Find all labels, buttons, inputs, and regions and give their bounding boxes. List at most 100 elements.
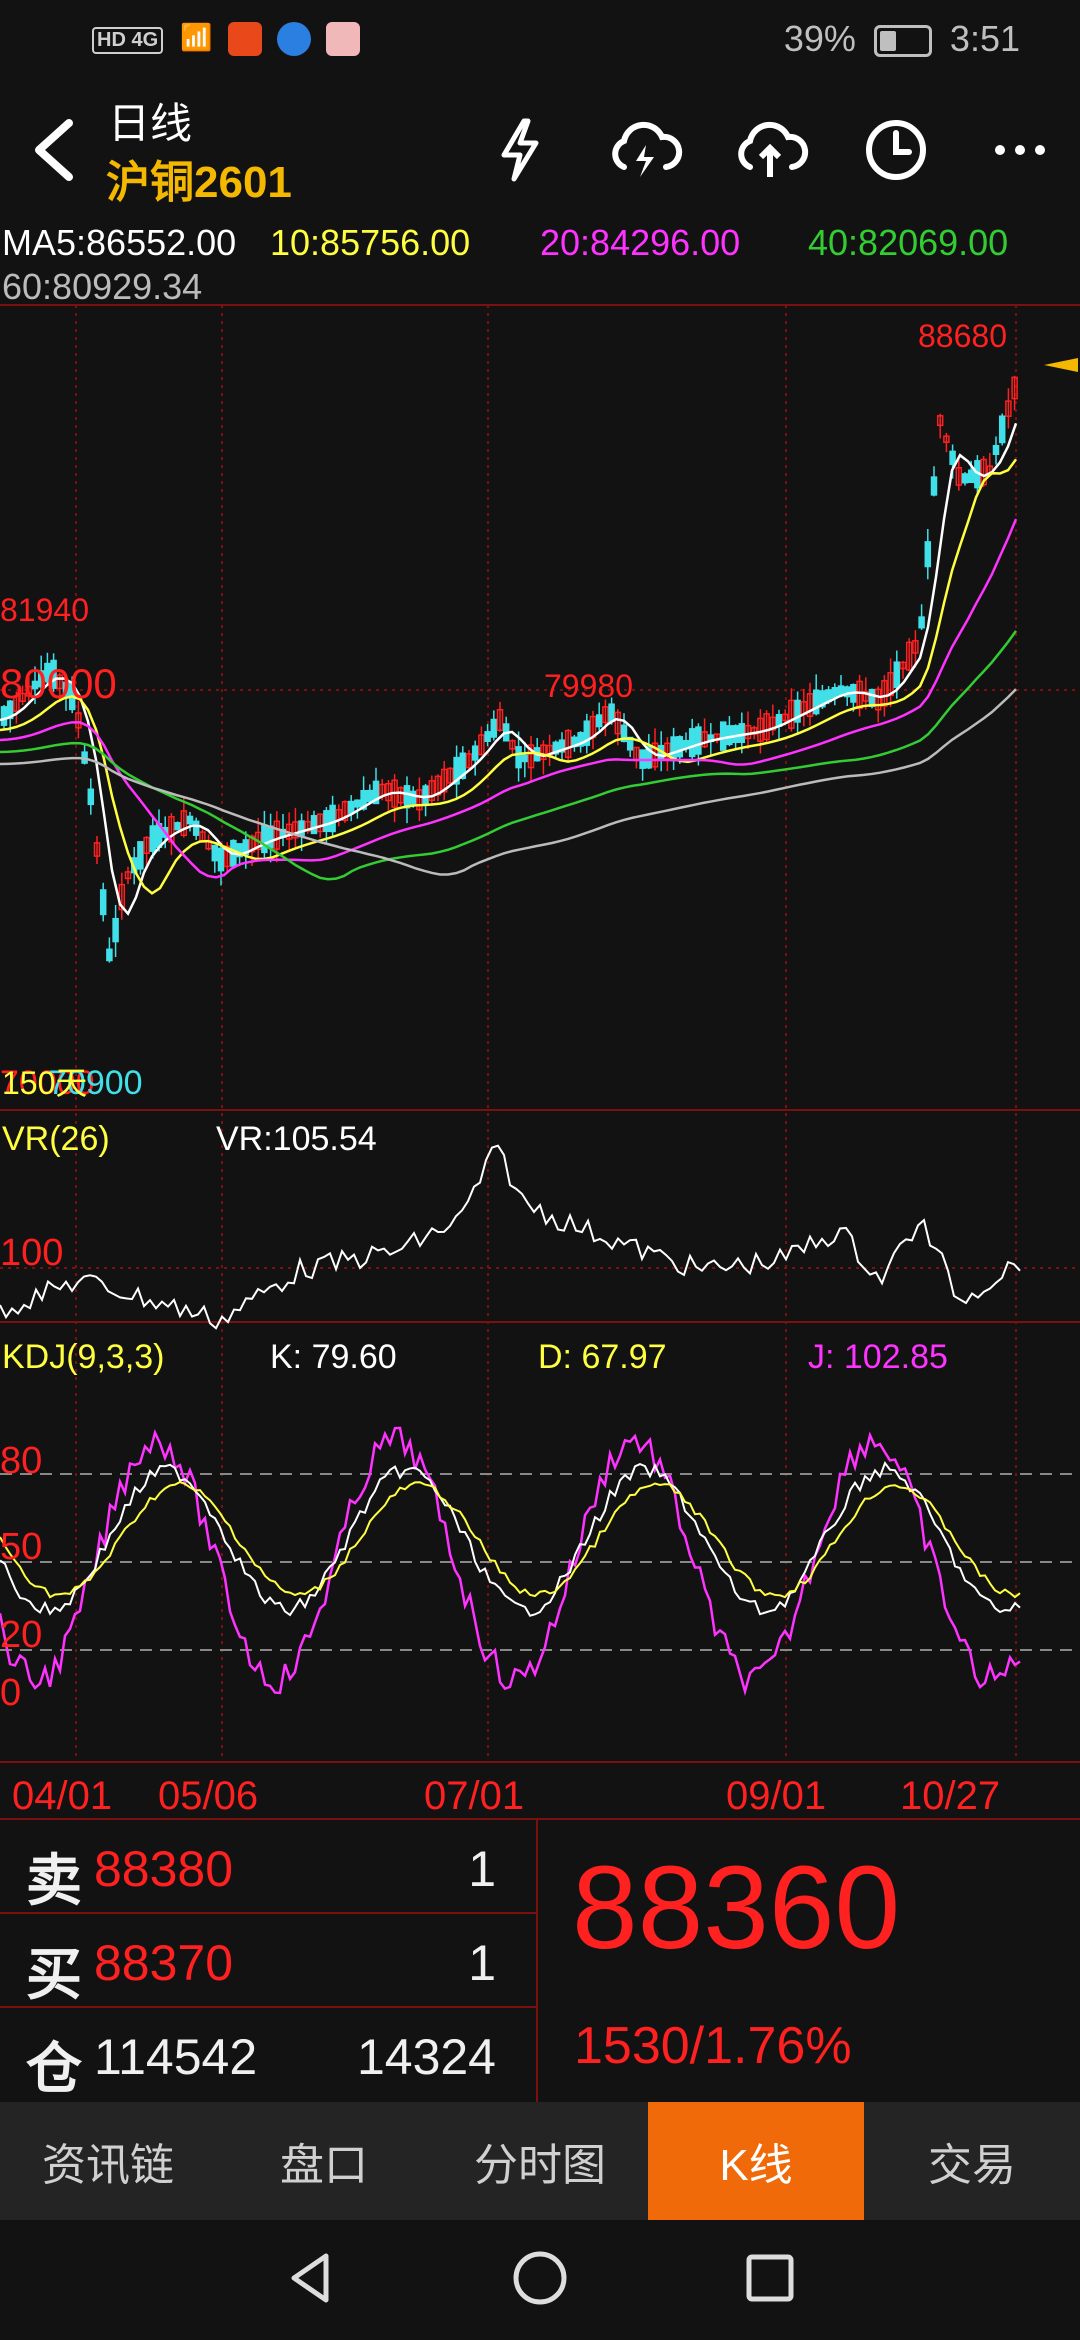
header: 日线 沪铜2601 [0, 84, 1080, 210]
notification-icons [227, 22, 262, 57]
cloud-upload-icon [738, 121, 809, 177]
candle-body [868, 688, 876, 708]
candle-body [354, 799, 361, 808]
triangle-back-icon [291, 2253, 329, 2303]
candle-body [87, 788, 95, 806]
buy-price: 88370 [94, 1935, 234, 1991]
status-right: 39% 3:51 [784, 18, 1020, 60]
buy-qty: 1 [468, 1935, 496, 1991]
back-button[interactable] [14, 110, 94, 190]
high-price-label: 88680 [918, 318, 1007, 354]
vr-axis-100: 100 [0, 1232, 64, 1274]
kdj-axis-50: 50 [0, 1526, 43, 1568]
vr-name: VR(26) [2, 1120, 110, 1158]
candle-body [261, 824, 268, 854]
candle-body [0, 706, 8, 726]
candle-body [893, 661, 901, 689]
square-recents-icon [746, 2254, 794, 2302]
battery-icon [873, 25, 932, 58]
buy-row[interactable]: 买 88370 1 [0, 1914, 536, 2008]
candle-body [484, 731, 491, 743]
cloud-sync-button[interactable] [604, 110, 684, 190]
circle-home-icon [513, 2251, 567, 2305]
panel-divider [536, 1820, 538, 2102]
more-button[interactable] [980, 110, 1060, 190]
app-icon [326, 22, 361, 57]
candle-body [217, 847, 225, 872]
kdj-d-line [0, 1480, 1021, 1599]
date-label: 07/01 [424, 1774, 525, 1818]
candle-body [137, 841, 144, 870]
candle-body [688, 728, 696, 758]
tab-trade[interactable]: 交易 [864, 2102, 1080, 2220]
history-button[interactable] [856, 110, 936, 190]
period-title: 日线 [108, 100, 193, 147]
cloud-upload-button[interactable] [730, 110, 810, 190]
kdj-j-line [0, 1426, 1021, 1697]
price-label-81940: 81940 [0, 592, 89, 628]
more-dots-icon [995, 145, 1045, 155]
date-label: 05/06 [158, 1774, 259, 1818]
candle-body [366, 789, 374, 803]
kdj-d-value: D: 67.97 [538, 1338, 667, 1376]
candle-body [471, 745, 479, 761]
candle-body [676, 736, 684, 758]
candle-body [515, 746, 522, 769]
nav-home-button[interactable] [510, 2248, 570, 2313]
current-price-marker-icon [1044, 358, 1078, 372]
candle-body [695, 726, 702, 755]
candle-body [310, 815, 318, 835]
candle-body [837, 685, 845, 696]
kdj-axis-80: 80 [0, 1440, 43, 1482]
candle-body [186, 815, 194, 825]
battery-percent: 39% [783, 18, 856, 59]
candle-body [949, 450, 956, 465]
tab-kline[interactable]: K线 [648, 2102, 864, 2220]
candle-body [99, 889, 107, 916]
sell-row[interactable]: 卖 88380 1 [0, 1820, 536, 1914]
nav-recents-button[interactable] [740, 2248, 800, 2313]
kdj-j-value: J: 102.85 [808, 1338, 948, 1376]
days-label: 150天 [2, 1065, 88, 1101]
candle-body [918, 616, 925, 629]
kdj-k-value: K: 79.60 [270, 1338, 397, 1376]
last-price: 88360 [572, 1842, 901, 1974]
candle-body [726, 725, 733, 746]
back-arrow-icon [35, 119, 73, 181]
contract-name: 沪铜2601 [106, 158, 292, 207]
candle-body [924, 541, 932, 568]
candle-body [490, 718, 498, 738]
candle-body [595, 714, 603, 728]
tab-order-book[interactable]: 盘口 [216, 2102, 432, 2220]
nav-back-button[interactable] [280, 2248, 340, 2313]
candle-body [998, 415, 1006, 444]
kdj-name: KDJ(9,3,3) [2, 1338, 165, 1376]
sell-label: 卖 [26, 1849, 82, 1912]
candle-body [719, 721, 727, 751]
candle-body [930, 476, 938, 496]
tab-intraday[interactable]: 分时图 [432, 2102, 648, 2220]
cloud-lightning-icon [612, 121, 683, 177]
candle-body [831, 687, 839, 699]
price-axis-80000: 80000 [0, 660, 117, 707]
date-label: 04/01 [12, 1774, 113, 1818]
vr-line [0, 1144, 1021, 1330]
signal-icon: HD 4G [92, 27, 164, 54]
candle-body [409, 790, 417, 806]
kline-chart[interactable] [0, 300, 1080, 1800]
status-bar: HD 4G 📶 39% 3:51 [0, 0, 1080, 84]
oi-label: 仓 [26, 2037, 82, 2100]
kdj-axis-20: 20 [0, 1614, 43, 1656]
sell-qty: 1 [468, 1841, 496, 1897]
candle-body [403, 785, 411, 809]
flash-button[interactable] [480, 110, 560, 190]
lightning-icon [501, 118, 539, 182]
candle-body [106, 948, 113, 962]
bottom-tabs: 资讯链 盘口 分时图 K线 交易 [0, 2102, 1080, 2220]
clock-icon [866, 120, 926, 180]
ma20-value: 20:84296.00 [540, 222, 741, 263]
open-interest: 114542 [94, 2029, 258, 2085]
candle-body [174, 822, 181, 831]
tab-news-chain[interactable]: 资讯链 [0, 2102, 216, 2220]
open-interest-row: 仓 114542 14324 [0, 2008, 536, 2100]
